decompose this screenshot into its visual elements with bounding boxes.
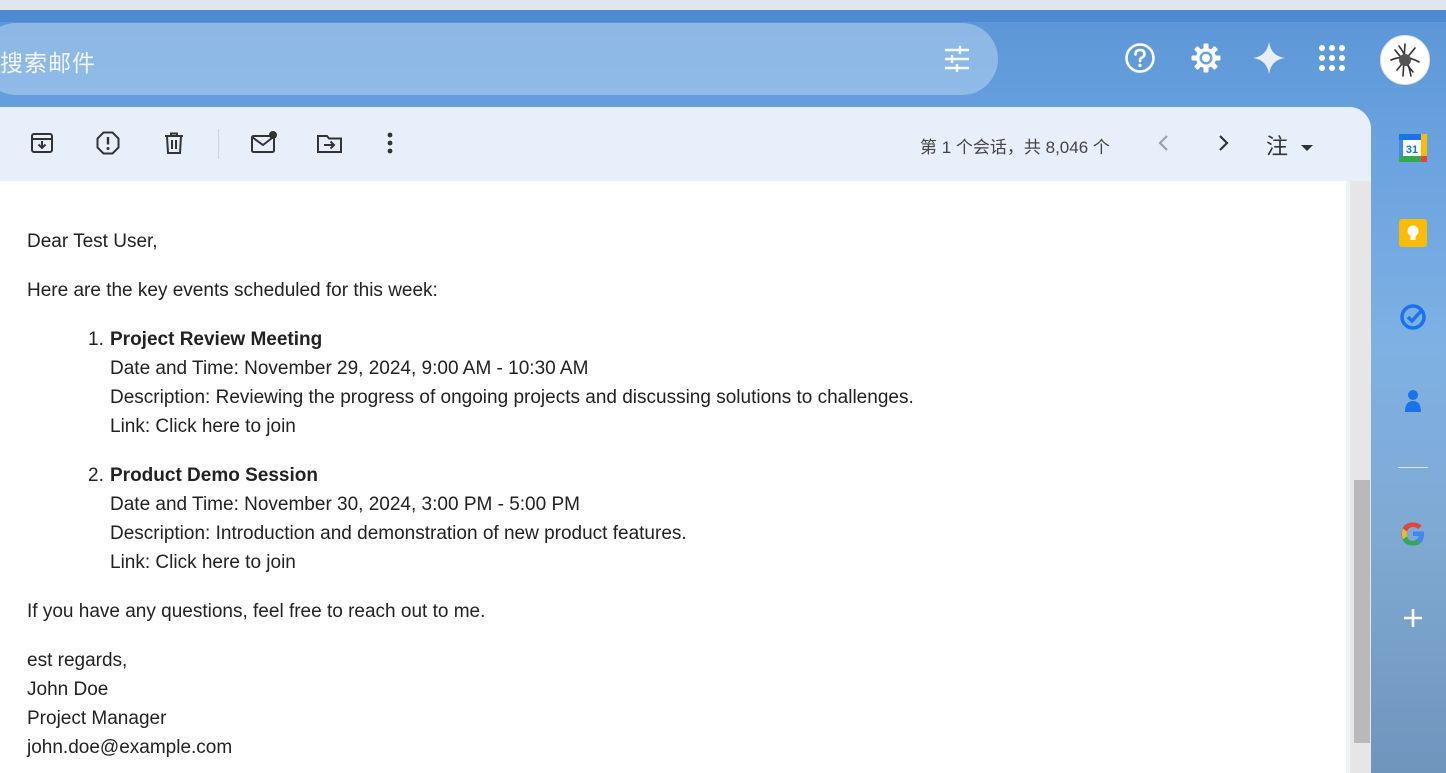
search-input[interactable]: 搜索邮件 <box>0 44 96 78</box>
event-2-description: Description: Introduction and demonstrat… <box>110 523 687 544</box>
event-1-datetime: Date and Time: November 29, 2024, 9:00 A… <box>110 358 589 379</box>
gemini-sparkle-icon[interactable] <box>1251 40 1287 76</box>
event-1-description: Description: Reviewing the progress of o… <box>110 387 914 408</box>
message-panel: 第 1 个会话，共 8,046 个 注 Dear Test User, Here… <box>0 107 1371 773</box>
event-1-link[interactable]: Link: Click here to join <box>110 416 296 438</box>
chevron-right-icon[interactable] <box>1207 127 1239 159</box>
signature-name: John Doe <box>27 679 109 700</box>
avatar[interactable] <box>1380 35 1430 85</box>
delete-icon[interactable] <box>158 127 190 159</box>
toolbar-divider <box>218 129 219 159</box>
archive-icon[interactable] <box>26 127 58 159</box>
window-top-band <box>0 10 1446 22</box>
help-icon[interactable] <box>1122 40 1158 76</box>
event-1-title: Project Review Meeting <box>110 329 323 350</box>
conversation-count: 第 1 个会话，共 8,046 个 <box>920 138 1110 157</box>
mark-unread-icon[interactable] <box>248 127 280 159</box>
signature-role: Project Manager <box>27 708 167 729</box>
input-tools-button[interactable]: 注 <box>1266 129 1314 161</box>
side-panel-divider <box>1398 467 1428 468</box>
calendar-icon[interactable]: 31 <box>1398 133 1428 163</box>
signature-regards: est regards, <box>27 650 128 671</box>
event-2-link[interactable]: Link: Click here to join <box>110 552 296 574</box>
input-tools-label: 注 <box>1266 134 1289 159</box>
google-icon[interactable] <box>1398 519 1428 549</box>
more-vert-icon[interactable] <box>374 127 406 159</box>
contacts-icon[interactable] <box>1398 386 1428 416</box>
scrollbar-thumb[interactable] <box>1354 480 1370 743</box>
report-spam-icon[interactable] <box>92 127 124 159</box>
settings-icon[interactable] <box>1188 40 1224 76</box>
apps-grid-icon[interactable] <box>1314 40 1350 76</box>
move-to-icon[interactable] <box>314 127 346 159</box>
tune-icon[interactable] <box>941 43 973 75</box>
message-toolbar: 第 1 个会话，共 8,046 个 注 <box>0 107 1371 181</box>
event-1-number: 1. <box>88 329 104 350</box>
window-top-strip <box>0 0 1446 10</box>
add-icon[interactable] <box>1398 603 1428 633</box>
event-2-datetime: Date and Time: November 30, 2024, 3:00 P… <box>110 494 580 515</box>
caret-down-icon <box>1301 145 1314 152</box>
search-bar[interactable] <box>0 23 998 95</box>
event-2-title: Product Demo Session <box>110 465 318 486</box>
signature-email: john.doe@example.com <box>27 737 233 758</box>
intro-text: Here are the key events scheduled for th… <box>27 280 438 301</box>
event-2-number: 2. <box>88 465 104 486</box>
keep-icon[interactable] <box>1398 218 1428 248</box>
closing-text: If you have any questions, feel free to … <box>27 601 486 622</box>
chevron-left-icon[interactable] <box>1148 127 1180 159</box>
tasks-icon[interactable] <box>1398 302 1428 332</box>
calendar-day: 31 <box>1406 144 1418 156</box>
greeting-text: Dear Test User, <box>27 231 158 252</box>
email-body: Dear Test User, Here are the key events … <box>0 181 1346 773</box>
